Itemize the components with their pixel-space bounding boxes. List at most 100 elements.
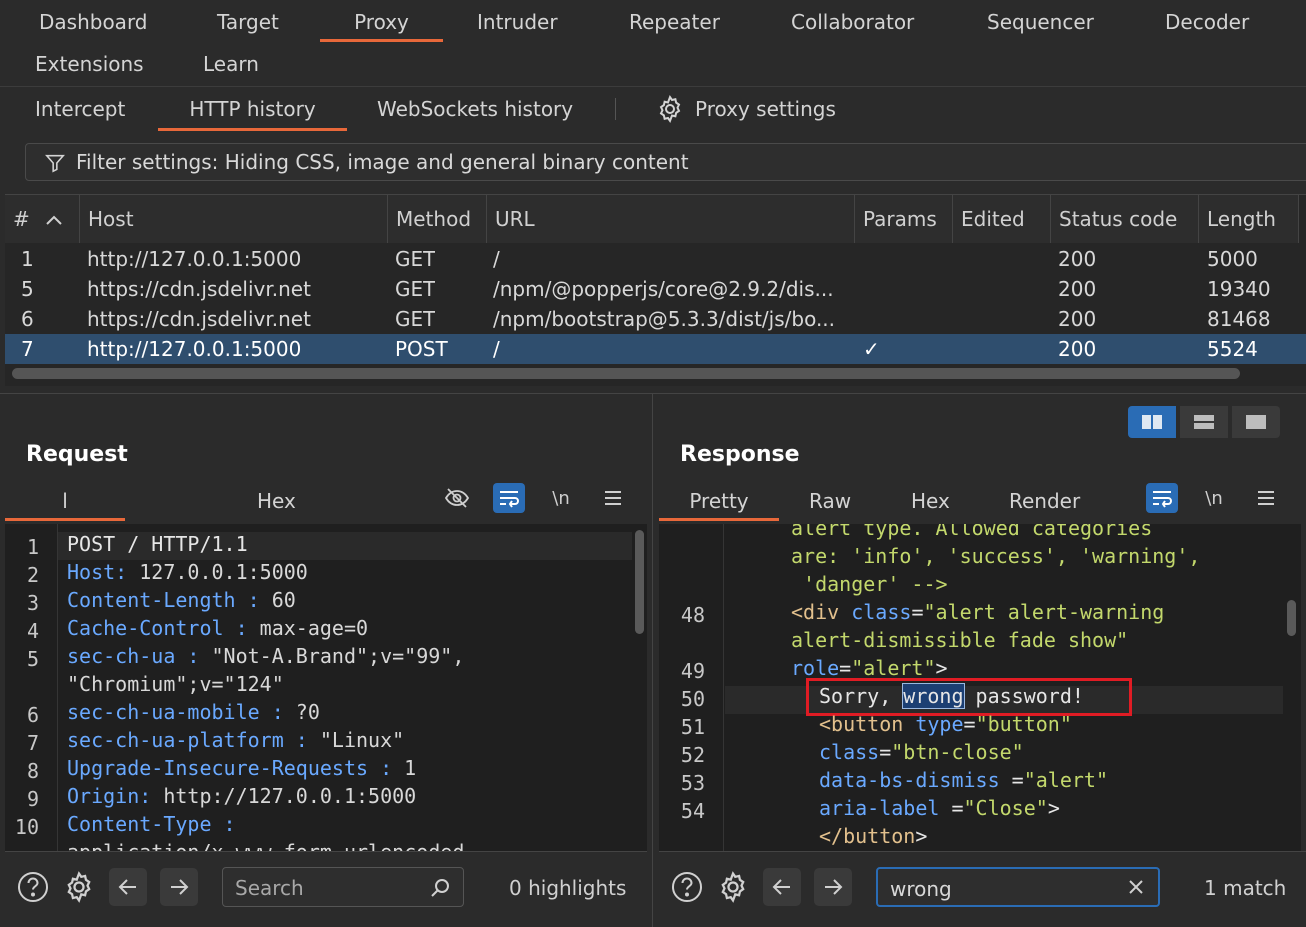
response-editor[interactable]: alert type. Allowed categories are: 'inf… (659, 524, 1301, 852)
search-icon (429, 877, 451, 899)
arrow-right-icon (168, 876, 190, 898)
row-host: https://cdn.jsdelivr.net (87, 307, 311, 331)
hide-nonprinting-button[interactable] (441, 483, 473, 513)
request-editor[interactable]: 1 POST / HTTP/1.1 2 Host: 127.0.0.1:5000… (5, 524, 647, 852)
tab-intercept[interactable]: Intercept (35, 87, 125, 131)
table-row-selected[interactable]: 7 http://127.0.0.1:5000 POST / ✓ 200 552… (5, 334, 1306, 364)
table-row[interactable]: 6 https://cdn.jsdelivr.net GET /npm/boot… (5, 304, 1306, 334)
tab-sequencer[interactable]: Sequencer (987, 0, 1094, 42)
tab-request-pretty[interactable]: l (5, 481, 125, 521)
help-button[interactable] (668, 868, 706, 906)
row-number: 5 (21, 277, 34, 301)
highlights-count: 0 highlights (509, 876, 627, 900)
tab-request-hex[interactable]: Hex (257, 481, 296, 521)
tab-response-raw[interactable]: Raw (809, 481, 851, 521)
request-vertical-scrollbar[interactable] (635, 530, 644, 634)
tab-http-history[interactable]: HTTP history (158, 87, 347, 131)
column-header-method[interactable]: Method (388, 195, 487, 243)
response-vertical-scrollbar[interactable] (1287, 600, 1296, 636)
next-match-button[interactable] (814, 868, 852, 906)
tab-collaborator[interactable]: Collaborator (791, 0, 914, 42)
tab-websockets-history[interactable]: WebSockets history (377, 87, 573, 131)
gear-icon (62, 870, 96, 904)
pane-divider[interactable] (652, 394, 653, 927)
annotation-highlight-box (806, 678, 1132, 716)
filter-settings-text: Filter settings: Hiding CSS, image and g… (76, 150, 689, 174)
show-newlines-button[interactable]: \n (545, 483, 577, 513)
filter-icon (44, 152, 66, 178)
proxy-settings-label: Proxy settings (695, 97, 836, 121)
row-number: 1 (21, 247, 34, 271)
column-header-length[interactable]: Length (1199, 195, 1299, 243)
row-host: https://cdn.jsdelivr.net (87, 277, 311, 301)
request-search-bar: 0 highlights (5, 851, 647, 923)
row-method: GET (395, 247, 436, 271)
tab-decoder[interactable]: Decoder (1165, 0, 1249, 42)
table-row[interactable]: 5 https://cdn.jsdelivr.net GET /npm/@pop… (5, 274, 1306, 304)
menu-icon (1257, 490, 1275, 506)
tab-target[interactable]: Target (217, 0, 279, 42)
tab-learn[interactable]: Learn (203, 42, 259, 84)
row-status: 200 (1058, 247, 1097, 271)
tab-proxy[interactable]: Proxy (320, 0, 443, 42)
request-search-field[interactable] (222, 867, 464, 907)
columns-icon (1141, 414, 1163, 430)
table-row[interactable]: 1 http://127.0.0.1:5000 GET / 200 5000 (5, 244, 1306, 274)
settings-button[interactable] (714, 868, 752, 906)
row-url: /npm/@popperjs/core@2.9.2/dis... (493, 277, 834, 301)
show-newlines-button[interactable]: \n (1198, 483, 1230, 513)
previous-match-button[interactable] (763, 868, 801, 906)
arrow-left-icon (117, 876, 139, 898)
wrap-lines-toggle[interactable] (493, 483, 525, 513)
sort-ascending-icon (45, 195, 63, 243)
filter-settings-bar[interactable]: Filter settings: Hiding CSS, image and g… (25, 143, 1306, 181)
tab-response-hex[interactable]: Hex (911, 481, 950, 521)
settings-button[interactable] (60, 868, 98, 906)
rows-icon (1193, 414, 1215, 430)
layout-side-by-side-button[interactable] (1128, 406, 1176, 438)
eye-slash-icon (444, 487, 470, 509)
column-header-number[interactable]: # (5, 195, 80, 243)
request-menu-button[interactable] (597, 483, 629, 513)
row-method: GET (395, 307, 436, 331)
arrow-left-icon (771, 876, 793, 898)
proxy-settings-button[interactable]: Proxy settings (655, 87, 836, 131)
arrow-right-icon (822, 876, 844, 898)
layout-single-button[interactable] (1232, 406, 1280, 438)
response-search-input[interactable] (890, 875, 1070, 903)
row-method: POST (395, 337, 448, 361)
tab-repeater[interactable]: Repeater (629, 0, 720, 42)
row-status: 200 (1058, 307, 1097, 331)
horizontal-scrollbar[interactable] (12, 368, 1240, 379)
column-header-host[interactable]: Host (80, 195, 388, 243)
tab-response-render[interactable]: Render (1009, 481, 1080, 521)
column-header-url[interactable]: URL (487, 195, 855, 243)
column-header-edited[interactable]: Edited (953, 195, 1051, 243)
column-header-params[interactable]: Params (855, 195, 953, 243)
gear-icon (716, 870, 750, 904)
row-status: 200 (1058, 277, 1097, 301)
column-header-status-code[interactable]: Status code (1051, 195, 1199, 243)
row-url: / (493, 247, 500, 271)
row-host: http://127.0.0.1:5000 (87, 247, 302, 271)
row-url: / (493, 337, 500, 361)
clear-search-icon[interactable] (1126, 877, 1146, 897)
match-count: 1 match (1204, 876, 1287, 900)
gear-icon (655, 94, 685, 124)
response-menu-button[interactable] (1250, 483, 1282, 513)
previous-match-button[interactable] (109, 868, 147, 906)
response-search-bar: 1 match (659, 851, 1306, 923)
menu-icon (604, 490, 622, 506)
next-match-button[interactable] (160, 868, 198, 906)
tab-intruder[interactable]: Intruder (477, 0, 558, 42)
row-length: 19340 (1207, 277, 1271, 301)
tab-response-pretty[interactable]: Pretty (659, 481, 779, 521)
http-history-table: # Host Method URL Params Edited Status c… (5, 194, 1306, 386)
layout-stacked-button[interactable] (1180, 406, 1228, 438)
help-button[interactable] (14, 868, 52, 906)
tab-dashboard[interactable]: Dashboard (39, 0, 148, 42)
response-search-field[interactable] (876, 867, 1160, 907)
wrap-lines-toggle[interactable] (1146, 483, 1178, 513)
tab-extensions[interactable]: Extensions (35, 42, 144, 84)
request-search-input[interactable] (235, 874, 415, 902)
